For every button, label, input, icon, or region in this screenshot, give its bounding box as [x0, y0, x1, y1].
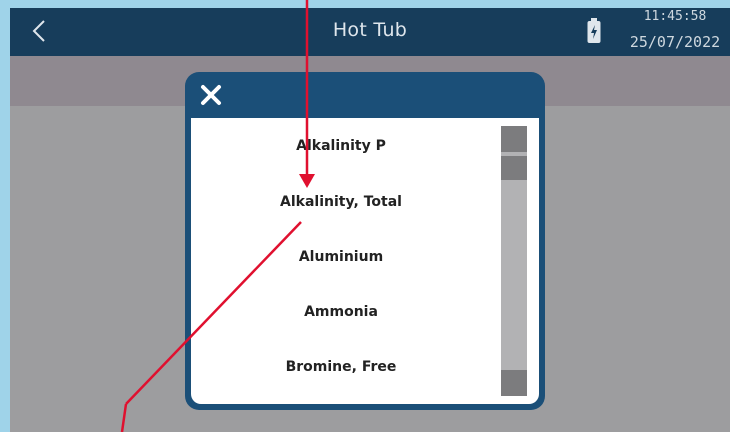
parameter-list: Alkalinity P Alkalinity, Total Aluminium…	[191, 118, 539, 404]
clock-date: 25/07/2022	[629, 33, 721, 51]
clock-time: 11:45:58	[643, 9, 707, 24]
top-bar: Hot Tub 11:45:58 25/07/2022	[10, 8, 730, 56]
battery-icon	[587, 18, 601, 43]
parameter-picker-dialog: Alkalinity P Alkalinity, Total Aluminium…	[185, 72, 545, 410]
close-icon	[201, 85, 221, 105]
list-item[interactable]: Alkalinity P	[191, 131, 491, 161]
scrollbar[interactable]	[501, 126, 527, 396]
dialog-header	[191, 72, 539, 118]
scroll-thumb[interactable]	[501, 156, 527, 180]
scroll-up-button[interactable]	[501, 126, 527, 152]
close-button[interactable]	[199, 83, 223, 107]
clock: 11:45:58 25/07/2022	[620, 8, 730, 53]
list-item[interactable]: Bromine, Free	[191, 352, 491, 382]
list-item[interactable]: Ammonia	[191, 297, 491, 327]
list-item[interactable]: Aluminium	[191, 242, 491, 272]
list-item[interactable]: Alkalinity, Total	[191, 187, 491, 217]
scroll-down-button[interactable]	[501, 370, 527, 396]
